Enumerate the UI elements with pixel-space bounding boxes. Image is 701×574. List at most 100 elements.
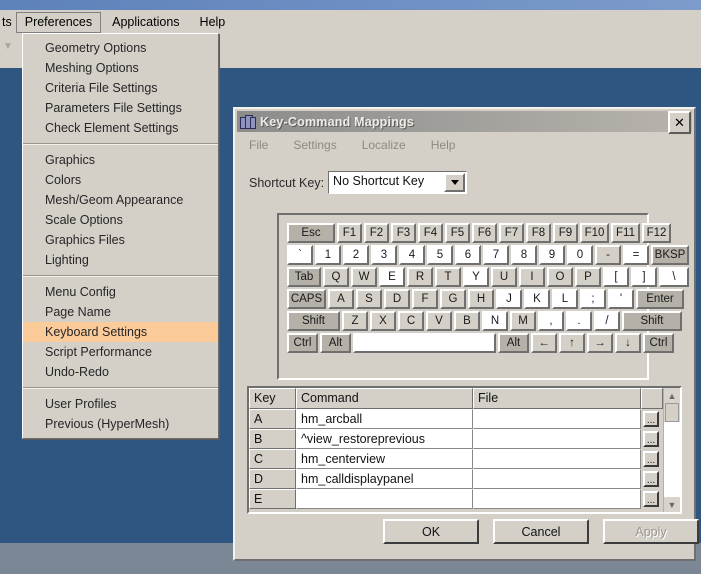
- keyboard-key-shift[interactable]: Shift: [622, 311, 682, 331]
- keyboard-key-f12[interactable]: F12: [642, 223, 671, 243]
- keyboard-key-f9[interactable]: F9: [553, 223, 578, 243]
- cell-file[interactable]: [473, 489, 641, 509]
- keyboard-key-f1[interactable]: F1: [337, 223, 362, 243]
- menu-item-menu-config[interactable]: Menu Config: [23, 282, 218, 302]
- menu-item-undo-redo[interactable]: Undo-Redo: [23, 362, 218, 382]
- keyboard-key-space[interactable]: ,: [538, 311, 564, 331]
- keyboard-key-d[interactable]: D: [384, 289, 410, 309]
- keyboard-key-caps[interactable]: CAPS: [287, 289, 326, 309]
- keyboard-key-0[interactable]: 0: [567, 245, 593, 265]
- keyboard-key-i[interactable]: I: [519, 267, 545, 287]
- keyboard-key-f10[interactable]: F10: [580, 223, 609, 243]
- keyboard-key-g[interactable]: G: [440, 289, 466, 309]
- keyboard-key-b[interactable]: B: [454, 311, 480, 331]
- keyboard-key-space[interactable]: `: [287, 245, 313, 265]
- keyboard-key-z[interactable]: Z: [342, 311, 368, 331]
- keyboard-key-space[interactable]: .: [566, 311, 592, 331]
- keyboard-key-3[interactable]: 3: [371, 245, 397, 265]
- keyboard-key-c[interactable]: C: [398, 311, 424, 331]
- keyboard-key-n[interactable]: N: [482, 311, 508, 331]
- browse-button[interactable]: ...: [643, 411, 659, 427]
- dialog-menu-file[interactable]: File: [249, 138, 268, 152]
- keyboard-key-r[interactable]: R: [407, 267, 433, 287]
- keyboard-key-e[interactable]: E: [379, 267, 405, 287]
- cell-file[interactable]: [473, 469, 641, 489]
- cell-command[interactable]: hm_centerview: [296, 449, 473, 469]
- keyboard-key-alt[interactable]: Alt: [498, 333, 529, 353]
- dialog-titlebar[interactable]: Key-Command Mappings ✕: [237, 111, 692, 134]
- menu-item-colors[interactable]: Colors: [23, 170, 218, 190]
- keyboard-key-bksp[interactable]: BKSP: [651, 245, 689, 265]
- keyboard-key-y[interactable]: Y: [463, 267, 489, 287]
- table-vertical-scrollbar[interactable]: ▲ ▼: [663, 388, 680, 512]
- keyboard-key-6[interactable]: 6: [455, 245, 481, 265]
- cell-command[interactable]: hm_calldisplaypanel: [296, 469, 473, 489]
- keyboard-key-v[interactable]: V: [426, 311, 452, 331]
- keyboard-key-space[interactable]: [353, 333, 496, 353]
- keyboard-key-space[interactable]: ': [608, 289, 634, 309]
- keyboard-key-s[interactable]: S: [356, 289, 382, 309]
- keyboard-key-k[interactable]: K: [524, 289, 550, 309]
- cancel-button[interactable]: Cancel: [493, 519, 589, 544]
- keyboard-key-ctrl[interactable]: Ctrl: [287, 333, 318, 353]
- caret-up-icon[interactable]: ▲: [664, 388, 680, 403]
- keyboard-key-f11[interactable]: F11: [611, 223, 640, 243]
- cell-command[interactable]: [296, 489, 473, 509]
- menu-item-keyboard-settings[interactable]: Keyboard Settings: [23, 322, 218, 342]
- menu-item-page-name[interactable]: Page Name: [23, 302, 218, 322]
- dialog-menu-localize[interactable]: Localize: [362, 138, 406, 152]
- browse-button[interactable]: ...: [643, 451, 659, 467]
- keyboard-key-u[interactable]: U: [491, 267, 517, 287]
- keyboard-key-space[interactable]: [: [603, 267, 629, 287]
- cell-file[interactable]: [473, 409, 641, 429]
- browse-button[interactable]: ...: [643, 431, 659, 447]
- browse-button[interactable]: ...: [643, 491, 659, 507]
- table-row[interactable]: Dhm_calldisplaypanel...: [249, 469, 663, 489]
- menubar-item-preferences[interactable]: Preferences: [15, 11, 102, 33]
- menubar-item-applications[interactable]: Applications: [103, 12, 188, 33]
- keyboard-key-f7[interactable]: F7: [499, 223, 524, 243]
- menu-item-geometry-options[interactable]: Geometry Options: [23, 38, 218, 58]
- keyboard-key-f3[interactable]: F3: [391, 223, 416, 243]
- keyboard-key-ctrl[interactable]: Ctrl: [643, 333, 674, 353]
- table-row[interactable]: Ahm_arcball...: [249, 409, 663, 429]
- keyboard-key-5[interactable]: 5: [427, 245, 453, 265]
- keyboard-key-space[interactable]: -: [595, 245, 621, 265]
- keyboard-key-space[interactable]: ;: [580, 289, 606, 309]
- menu-item-mesh-geom-appearance[interactable]: Mesh/Geom Appearance: [23, 190, 218, 210]
- menu-item-scale-options[interactable]: Scale Options: [23, 210, 218, 230]
- dialog-menu-help[interactable]: Help: [431, 138, 456, 152]
- table-row[interactable]: B ^view_restoreprevious...: [249, 429, 663, 449]
- close-icon[interactable]: ✕: [668, 111, 691, 134]
- dialog-menu-settings[interactable]: Settings: [293, 138, 336, 152]
- keyboard-key-4[interactable]: 4: [399, 245, 425, 265]
- keyboard-key-a[interactable]: A: [328, 289, 354, 309]
- keyboard-key-h[interactable]: H: [468, 289, 494, 309]
- menu-item-graphics-files[interactable]: Graphics Files: [23, 230, 218, 250]
- keyboard-key-tab[interactable]: Tab: [287, 267, 321, 287]
- cell-command[interactable]: hm_arcball: [296, 409, 473, 429]
- keyboard-key-q[interactable]: Q: [323, 267, 349, 287]
- column-header-file[interactable]: File: [473, 388, 641, 409]
- menu-item-graphics[interactable]: Graphics: [23, 150, 218, 170]
- caret-left-icon[interactable]: ▼: [3, 42, 15, 52]
- keyboard-key-f[interactable]: F: [412, 289, 438, 309]
- cell-command[interactable]: ^view_restoreprevious: [296, 429, 473, 449]
- chevron-down-icon[interactable]: [444, 173, 466, 192]
- keyboard-key-8[interactable]: 8: [511, 245, 537, 265]
- keyboard-key-l[interactable]: L: [552, 289, 578, 309]
- keyboard-key-1[interactable]: 1: [315, 245, 341, 265]
- menubar-item-truncated[interactable]: ts: [0, 12, 14, 33]
- scrollbar-track[interactable]: [664, 422, 680, 497]
- keyboard-key-space[interactable]: =: [623, 245, 649, 265]
- menubar-item-help[interactable]: Help: [191, 12, 235, 33]
- keyboard-key-j[interactable]: J: [496, 289, 522, 309]
- column-header-key[interactable]: Key: [249, 388, 296, 409]
- menu-item-user-profiles[interactable]: User Profiles: [23, 394, 218, 414]
- menu-item-previous-hypermesh[interactable]: Previous (HyperMesh): [23, 414, 218, 434]
- cell-file[interactable]: [473, 449, 641, 469]
- keyboard-key-7[interactable]: 7: [483, 245, 509, 265]
- keyboard-key-space[interactable]: \: [659, 267, 689, 287]
- browse-button[interactable]: ...: [643, 471, 659, 487]
- keyboard-key-f4[interactable]: F4: [418, 223, 443, 243]
